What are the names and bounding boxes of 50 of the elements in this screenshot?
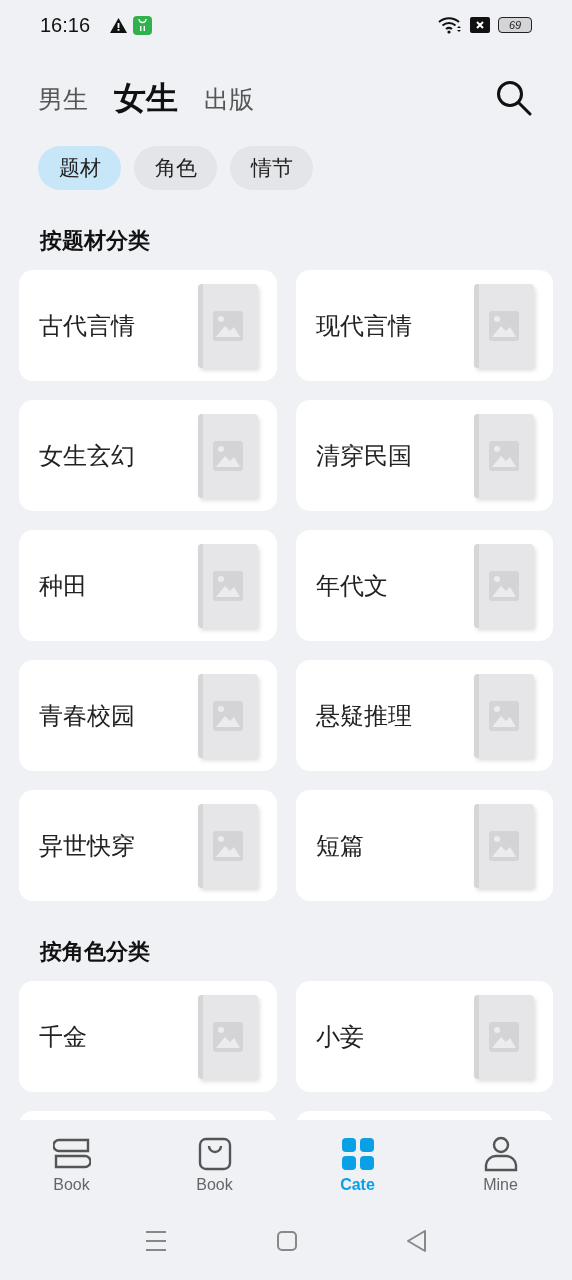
category-card[interactable]: 短篇 xyxy=(295,790,553,901)
image-icon xyxy=(212,701,243,731)
image-icon xyxy=(489,831,519,861)
section-title: 按角色分类 xyxy=(40,939,150,964)
image-icon xyxy=(212,831,243,861)
warning-icon xyxy=(110,17,128,33)
filter-chip[interactable]: 角色 xyxy=(134,146,217,190)
category-card[interactable]: 女生玄幻 xyxy=(19,400,277,511)
category-tab[interactable]: 女生 xyxy=(114,82,178,114)
status-time: 16:16 xyxy=(40,13,91,38)
image-icon xyxy=(489,571,519,601)
search-button[interactable] xyxy=(494,78,534,118)
bag-icon xyxy=(197,1137,232,1171)
battery-indicator: 69 xyxy=(498,17,532,33)
image-icon xyxy=(212,441,243,471)
category-card[interactable]: 清穿民国 xyxy=(295,400,553,511)
category-card[interactable]: 现代言情 xyxy=(295,270,553,381)
grid-icon xyxy=(341,1138,374,1170)
menu-icon[interactable] xyxy=(145,1231,167,1251)
person-icon xyxy=(483,1136,518,1172)
category-card[interactable]: 小妾 xyxy=(295,981,553,1092)
search-icon xyxy=(496,80,532,116)
category-tab[interactable]: 男生 xyxy=(38,87,88,114)
nav-tab[interactable]: Book xyxy=(143,1120,286,1210)
category-card[interactable]: 古代言情 xyxy=(19,270,277,381)
image-icon xyxy=(212,311,243,341)
nav-tab[interactable]: Mine xyxy=(429,1120,572,1210)
category-card[interactable]: 年代文 xyxy=(295,530,553,641)
back-icon[interactable] xyxy=(407,1230,427,1252)
category-card[interactable]: 悬疑推理 xyxy=(295,660,553,771)
image-icon xyxy=(212,1022,243,1052)
app-notification-icon xyxy=(133,15,153,35)
image-icon xyxy=(489,441,519,471)
category-card[interactable]: 异世快穿 xyxy=(19,790,277,901)
no-sim-icon xyxy=(470,17,490,33)
category-card[interactable]: 种田 xyxy=(19,530,277,641)
category-card[interactable]: 千金 xyxy=(19,981,277,1092)
nav-tab[interactable]: Book xyxy=(0,1120,143,1210)
category-card[interactable]: 青春校园 xyxy=(19,660,277,771)
home-icon[interactable] xyxy=(277,1231,297,1251)
image-icon xyxy=(489,311,519,341)
image-icon xyxy=(489,1022,519,1052)
wifi-icon xyxy=(438,16,462,34)
filter-chip[interactable]: 情节 xyxy=(230,146,313,190)
books-icon xyxy=(52,1138,91,1170)
filter-chip[interactable]: 题材 xyxy=(38,146,121,190)
category-tab[interactable]: 出版 xyxy=(204,87,254,114)
section-title: 按题材分类 xyxy=(40,228,150,253)
image-icon xyxy=(489,701,519,731)
image-icon xyxy=(212,571,243,601)
